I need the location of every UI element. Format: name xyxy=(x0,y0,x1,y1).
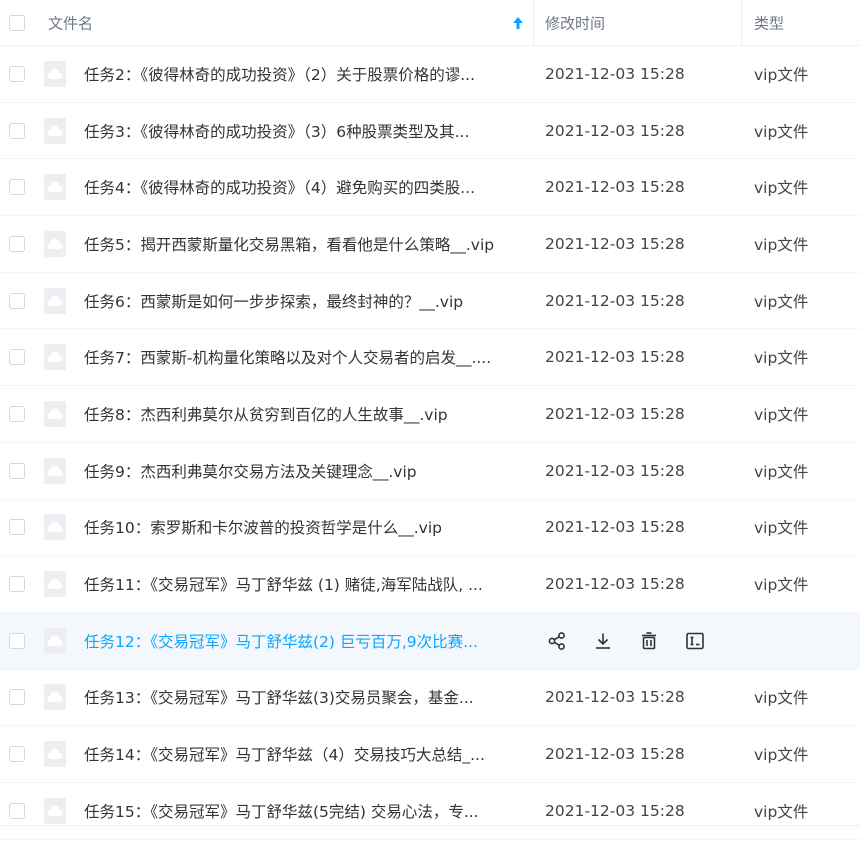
modified-time: 2021-12-03 15:28 xyxy=(545,178,685,197)
modified-time: 2021-12-03 15:28 xyxy=(545,518,685,537)
vip-file-icon xyxy=(44,627,66,654)
row-checkbox[interactable] xyxy=(9,349,25,366)
row-checkbox[interactable] xyxy=(9,746,25,763)
vip-file-icon xyxy=(44,571,66,598)
modified-time: 2021-12-03 15:28 xyxy=(545,688,685,707)
row-checkbox[interactable] xyxy=(9,576,25,593)
file-name[interactable]: 任务14：《交易冠军》马丁舒华兹（4）交易技巧大总结_... xyxy=(84,743,524,765)
file-type: vip文件 xyxy=(754,292,809,311)
file-type: vip文件 xyxy=(754,746,809,765)
column-header-time[interactable]: 修改时间 xyxy=(545,12,605,33)
file-name[interactable]: 任务11：《交易冠军》马丁舒华兹 (1) 赌徒,海军陆战队, ... xyxy=(84,573,524,595)
row-checkbox[interactable] xyxy=(9,65,25,82)
file-type: vip文件 xyxy=(754,179,809,198)
file-rows: 任务2：《彼得林奇的成功投资》（2）关于股票价格的谬... 2021-12-03 … xyxy=(0,46,860,840)
rename-icon[interactable] xyxy=(683,629,707,653)
table-row[interactable]: 任务10：索罗斯和卡尔波普的投资哲学是什么__.vip 2021-12-03 15… xyxy=(0,500,860,557)
modified-time: 2021-12-03 15:28 xyxy=(545,121,685,140)
file-type: vip文件 xyxy=(754,802,809,821)
column-divider xyxy=(741,0,742,45)
modified-time: 2021-12-03 15:28 xyxy=(545,348,685,367)
modified-time: 2021-12-03 15:28 xyxy=(545,801,685,820)
table-row[interactable]: 任务5：揭开西蒙斯量化交易黑箱，看看他是什么策略__.vip 2021-12-03… xyxy=(0,216,860,273)
table-bottom-divider xyxy=(0,825,860,826)
file-name[interactable]: 任务10：索罗斯和卡尔波普的投资哲学是什么__.vip xyxy=(84,516,524,538)
modified-time: 2021-12-03 15:28 xyxy=(545,234,685,253)
column-header-type[interactable]: 类型 xyxy=(754,12,784,33)
row-checkbox[interactable] xyxy=(9,405,25,422)
file-name[interactable]: 任务3：《彼得林奇的成功投资》（3）6种股票类型及其... xyxy=(84,120,524,142)
download-icon[interactable] xyxy=(591,629,615,653)
file-type: vip文件 xyxy=(754,65,809,84)
row-checkbox[interactable] xyxy=(9,235,25,252)
select-all-checkbox[interactable] xyxy=(9,14,25,31)
file-name[interactable]: 任务12：《交易冠军》马丁舒华兹(2) 巨亏百万,9次比赛... xyxy=(84,630,524,652)
vip-file-icon xyxy=(44,400,66,427)
table-row[interactable]: 任务7：西蒙斯-机构量化策略以及对个人交易者的启发__.... 2021-12-0… xyxy=(0,329,860,387)
table-header: 文件名 修改时间 类型 xyxy=(0,0,860,46)
vip-file-icon xyxy=(44,287,66,314)
table-row[interactable]: 任务4：《彼得林奇的成功投资》（4）避免购买的四类股... 2021-12-03 … xyxy=(0,159,860,217)
file-name[interactable]: 任务9：杰西利弗莫尔交易方法及关键理念__.vip xyxy=(84,460,524,482)
vip-file-icon xyxy=(44,741,66,768)
table-row[interactable]: 任务11：《交易冠军》马丁舒华兹 (1) 赌徒,海军陆战队, ... 2021-1… xyxy=(0,556,860,613)
table-row[interactable]: 任务12：《交易冠军》马丁舒华兹(2) 巨亏百万,9次比赛... xyxy=(0,612,860,670)
table-row[interactable]: 任务15：《交易冠军》马丁舒华兹(5完结) 交易心法，专... 2021-12-0… xyxy=(0,783,860,840)
file-name[interactable]: 任务6：西蒙斯是如何一步步探索，最终封神的？__.vip xyxy=(84,290,524,312)
vip-file-icon xyxy=(44,797,66,824)
table-row[interactable]: 任务3：《彼得林奇的成功投资》（3）6种股票类型及其... 2021-12-03 … xyxy=(0,103,860,160)
file-type: vip文件 xyxy=(754,576,809,595)
table-row[interactable]: 任务6：西蒙斯是如何一步步探索，最终封神的？__.vip 2021-12-03 1… xyxy=(0,273,860,330)
file-name[interactable]: 任务7：西蒙斯-机构量化策略以及对个人交易者的启发__.... xyxy=(84,346,524,368)
row-checkbox[interactable] xyxy=(9,802,25,819)
modified-time: 2021-12-03 15:28 xyxy=(545,291,685,310)
row-checkbox[interactable] xyxy=(9,292,25,309)
column-divider xyxy=(533,0,534,45)
row-checkbox[interactable] xyxy=(9,519,25,536)
file-list-table: 文件名 修改时间 类型 任务2：《彼得林奇的成功投资》（2）关于股票价格的谬..… xyxy=(0,0,860,840)
row-checkbox[interactable] xyxy=(9,462,25,479)
row-checkbox[interactable] xyxy=(9,179,25,196)
vip-file-icon xyxy=(44,514,66,541)
modified-time: 2021-12-03 15:28 xyxy=(545,461,685,480)
vip-file-icon xyxy=(44,174,66,201)
file-type: vip文件 xyxy=(754,405,809,424)
modified-time: 2021-12-03 15:28 xyxy=(545,745,685,764)
file-type: vip文件 xyxy=(754,462,809,481)
row-actions xyxy=(545,629,707,653)
file-type: vip文件 xyxy=(754,519,809,538)
file-type: vip文件 xyxy=(754,349,809,368)
vip-file-icon xyxy=(44,230,66,257)
row-checkbox[interactable] xyxy=(9,122,25,139)
file-name[interactable]: 任务5：揭开西蒙斯量化交易黑箱，看看他是什么策略__.vip xyxy=(84,233,524,255)
file-name[interactable]: 任务13：《交易冠军》马丁舒华兹(3)交易员聚会，基金... xyxy=(84,686,524,708)
table-row[interactable]: 任务14：《交易冠军》马丁舒华兹（4）交易技巧大总结_... 2021-12-03… xyxy=(0,726,860,783)
file-type: vip文件 xyxy=(754,235,809,254)
share-icon[interactable] xyxy=(545,629,569,653)
modified-time: 2021-12-03 15:28 xyxy=(545,575,685,594)
table-row[interactable]: 任务8：杰西利弗莫尔从贫穷到百亿的人生故事__.vip 2021-12-03 15… xyxy=(0,386,860,443)
file-type: vip文件 xyxy=(754,689,809,708)
table-row[interactable]: 任务2：《彼得林奇的成功投资》（2）关于股票价格的谬... 2021-12-03 … xyxy=(0,46,860,103)
row-checkbox[interactable] xyxy=(9,689,25,706)
file-name[interactable]: 任务4：《彼得林奇的成功投资》（4）避免购买的四类股... xyxy=(84,176,524,198)
vip-file-icon xyxy=(44,684,66,711)
file-name[interactable]: 任务2：《彼得林奇的成功投资》（2）关于股票价格的谬... xyxy=(84,63,524,85)
vip-file-icon xyxy=(44,457,66,484)
sort-ascending-icon[interactable] xyxy=(512,15,524,34)
vip-file-icon xyxy=(44,344,66,371)
modified-time: 2021-12-03 15:28 xyxy=(545,404,685,423)
row-checkbox[interactable] xyxy=(9,632,25,649)
modified-time: 2021-12-03 15:28 xyxy=(545,64,685,83)
file-name[interactable]: 任务8：杰西利弗莫尔从贫穷到百亿的人生故事__.vip xyxy=(84,403,524,425)
delete-icon[interactable] xyxy=(637,629,661,653)
vip-file-icon xyxy=(44,60,66,87)
table-row[interactable]: 任务9：杰西利弗莫尔交易方法及关键理念__.vip 2021-12-03 15:2… xyxy=(0,443,860,500)
file-type: vip文件 xyxy=(754,122,809,141)
file-name[interactable]: 任务15：《交易冠军》马丁舒华兹(5完结) 交易心法，专... xyxy=(84,800,524,822)
table-row[interactable]: 任务13：《交易冠军》马丁舒华兹(3)交易员聚会，基金... 2021-12-03… xyxy=(0,670,860,727)
vip-file-icon xyxy=(44,117,66,144)
column-header-name[interactable]: 文件名 xyxy=(48,12,93,33)
